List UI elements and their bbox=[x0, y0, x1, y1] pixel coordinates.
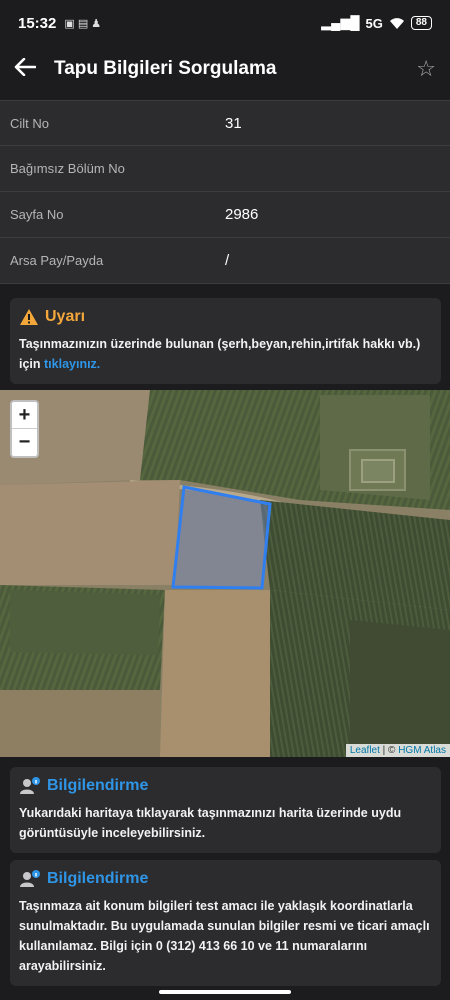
signal-icon: ▂▄▆█ bbox=[321, 15, 360, 30]
notification-icons: ▣ ▤ ♟ bbox=[64, 17, 102, 30]
info-text: Yukarıdaki haritaya tıklayarak taşınmazı… bbox=[19, 806, 402, 840]
info-text: Taşınmaza ait konum bilgileri test amacı… bbox=[19, 899, 430, 973]
table-row: Arsa Pay/Payda / bbox=[0, 238, 450, 284]
favorite-star-icon[interactable]: ☆ bbox=[416, 56, 436, 82]
zoom-out-button[interactable]: − bbox=[12, 429, 37, 456]
row-label: Bağımsız Bölüm No bbox=[10, 161, 125, 176]
page-title: Tapu Bilgileri Sorgulama bbox=[54, 58, 277, 79]
parcel-map[interactable]: + − Leaflet | © HGM Atlas bbox=[0, 390, 450, 757]
user-info-icon bbox=[20, 777, 40, 794]
warning-icon bbox=[20, 309, 38, 325]
row-value: 2986 bbox=[225, 206, 259, 223]
row-value: 31 bbox=[225, 114, 242, 132]
attribution-separator: | © bbox=[379, 745, 399, 756]
wifi-icon bbox=[389, 17, 404, 29]
network-label: 5G bbox=[365, 15, 383, 31]
row-label: Sayfa No bbox=[10, 207, 64, 222]
status-time: 15:32 bbox=[18, 14, 57, 32]
row-label: Arsa Pay/Payda bbox=[10, 253, 104, 268]
satellite-imagery bbox=[0, 390, 450, 757]
info-title: Bilgilendirme bbox=[47, 777, 149, 794]
table-row: Bağımsız Bölüm No bbox=[0, 146, 450, 192]
user-info-icon bbox=[20, 870, 40, 887]
info-card: Bilgilendirme Yukarıdaki haritaya tıklay… bbox=[10, 767, 441, 853]
zoom-in-button[interactable]: + bbox=[12, 402, 37, 429]
row-value: / bbox=[225, 252, 230, 269]
hgm-atlas-link[interactable]: HGM Atlas bbox=[398, 745, 446, 756]
parcel-boundary bbox=[171, 485, 272, 590]
info-title: Bilgilendirme bbox=[47, 870, 149, 887]
battery-indicator: 88 bbox=[410, 16, 432, 30]
app-bar: Tapu Bilgileri Sorgulama ☆ bbox=[0, 46, 450, 92]
row-label: Cilt No bbox=[10, 115, 50, 131]
leaflet-link[interactable]: Leaflet bbox=[350, 745, 380, 756]
deed-info-table: Cilt No 31 Bağımsız Bölüm No Sayfa No 29… bbox=[0, 100, 450, 284]
warning-link[interactable]: tıklayınız. bbox=[44, 357, 100, 371]
warning-title: Uyarı bbox=[45, 308, 86, 325]
back-arrow-icon[interactable] bbox=[14, 55, 44, 83]
warning-card: Uyarı Taşınmazınızın üzerinde bulunan (ş… bbox=[10, 298, 441, 384]
table-row: Cilt No 31 bbox=[0, 100, 450, 146]
info-card: Bilgilendirme Taşınmaza ait konum bilgil… bbox=[10, 860, 441, 986]
map-attribution: Leaflet | © HGM Atlas bbox=[345, 744, 450, 757]
zoom-control: + − bbox=[10, 400, 39, 458]
home-indicator bbox=[159, 990, 291, 994]
table-row: Sayfa No 2986 bbox=[0, 192, 450, 238]
status-bar: 15:32 ▣ ▤ ♟ ▂▄▆█ 5G 88 bbox=[0, 0, 450, 46]
